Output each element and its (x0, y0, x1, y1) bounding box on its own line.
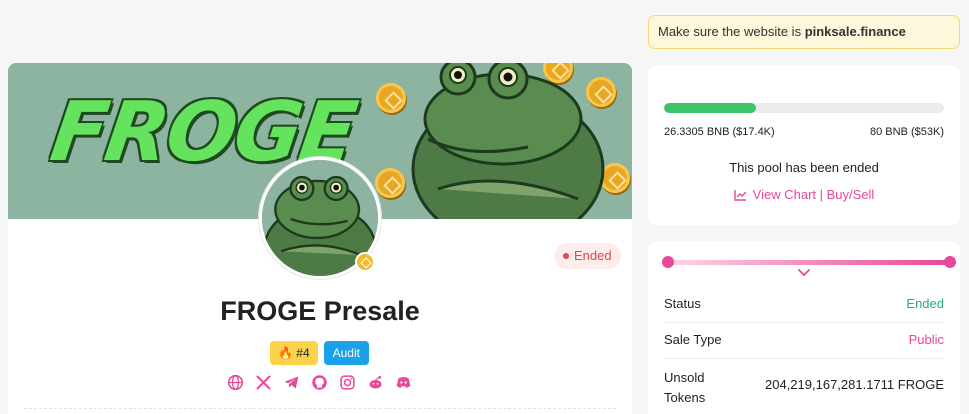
bnb-coin-icon (376, 83, 406, 113)
trending-rank-tag[interactable]: 🔥 #4 (270, 341, 318, 365)
timeline-start-dot (662, 256, 674, 268)
bnb-coin-icon (375, 168, 405, 198)
view-chart-link[interactable]: View Chart | Buy/Sell (648, 187, 960, 202)
sale-status-row: Status Ended (664, 296, 944, 311)
row-divider (664, 358, 944, 359)
notice-text: Make sure the website is (658, 24, 805, 39)
progress-card: 26.3305 BNB ($17.4K) 80 BNB ($53K) This … (648, 65, 960, 225)
view-chart-link-label: View Chart | Buy/Sell (752, 187, 875, 202)
raised-amount: 26.3305 BNB ($17.4K) (664, 126, 775, 138)
audit-tag[interactable]: Audit (323, 341, 369, 365)
status-badge: Ended (554, 243, 621, 269)
unsold-tokens-value: 204,219,167,281.1711 FROGE (765, 377, 944, 392)
sale-type-row: Sale Type Public (664, 332, 944, 347)
sale-status-value: Ended (906, 296, 944, 311)
github-icon[interactable] (310, 373, 328, 391)
security-notice: Make sure the website is pinksale.financ… (648, 15, 960, 49)
unsold-tokens-label: Unsold Tokens (664, 370, 706, 405)
telegram-icon[interactable] (282, 373, 300, 391)
sale-info-card: Status Ended Sale Type Public Unsold Tok… (648, 241, 960, 414)
x-icon[interactable] (254, 373, 272, 391)
status-dot-icon (563, 253, 569, 259)
page-title: FROGE Presale (220, 296, 420, 326)
notice-domain: pinksale.finance (804, 24, 906, 39)
sale-timeline (668, 260, 948, 265)
social-links (226, 373, 412, 391)
sale-type-label: Sale Type (664, 332, 722, 347)
progress-bar-fill (664, 103, 757, 113)
instagram-icon[interactable] (338, 373, 356, 391)
chevron-down-icon[interactable] (797, 268, 811, 278)
tag-list: 🔥 #4 Audit (270, 341, 369, 365)
unsold-tokens-row: Unsold Tokens 204,219,167,281.1711 FROGE (664, 368, 944, 408)
sale-status-label: Status (664, 296, 701, 311)
bnb-chain-badge-icon (355, 252, 375, 272)
frog-illustration (411, 63, 605, 219)
progress-bar (664, 103, 944, 113)
section-divider (24, 408, 616, 409)
hardcap-amount: 80 BNB ($53K) (870, 126, 944, 138)
sale-type-value: Public (908, 332, 944, 347)
status-badge-label: Ended (574, 248, 612, 263)
timeline-end-dot (944, 256, 956, 268)
pool-ended-message: This pool has been ended (729, 160, 879, 175)
chart-line-icon (733, 189, 747, 201)
discord-icon[interactable] (394, 373, 412, 391)
globe-icon[interactable] (226, 373, 244, 391)
row-divider (664, 322, 944, 323)
project-card: FROGE Ended FROGE Presale 🔥 #4 Audit (8, 63, 632, 414)
reddit-icon[interactable] (366, 373, 384, 391)
